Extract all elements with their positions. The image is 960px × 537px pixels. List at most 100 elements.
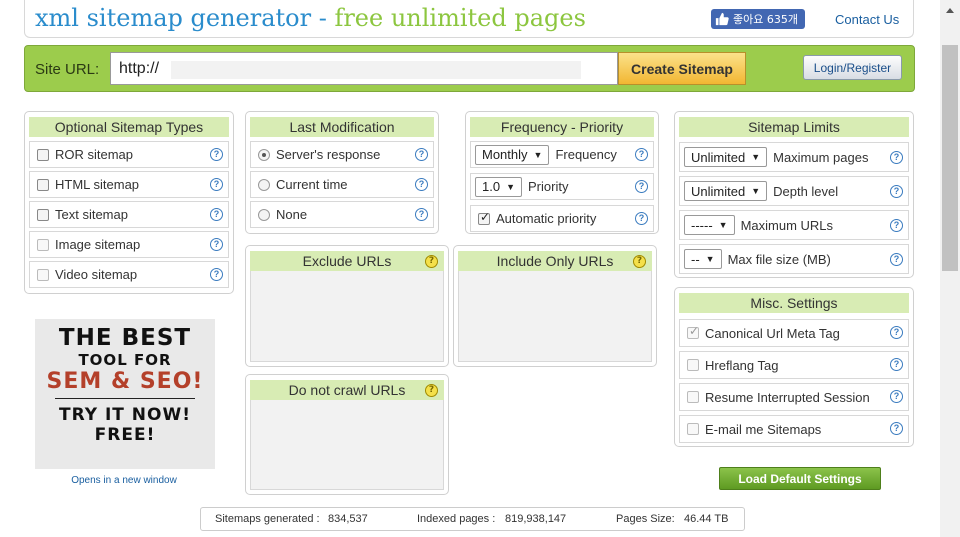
page: xml sitemap generator - free unlimited p…: [0, 0, 960, 537]
thumbs-up-icon: [715, 12, 729, 26]
ad-line4: TRY IT NOW!: [58, 405, 191, 425]
option-label: None: [276, 207, 308, 222]
priority-row: 1.0 ▼ Priority ?: [470, 173, 654, 200]
option-label: Text sitemap: [55, 207, 128, 222]
text-sitemap-checkbox[interactable]: [37, 208, 49, 221]
hreflang-checkbox[interactable]: [687, 359, 699, 371]
contact-us-link[interactable]: Contact Us: [835, 12, 899, 27]
automatic-priority-checkbox[interactable]: [478, 210, 490, 225]
email-sitemaps-checkbox[interactable]: [687, 423, 699, 435]
frequency-priority-panel: Frequency - Priority Monthly ▼ Frequency …: [465, 111, 659, 234]
max-urls-value: -----: [691, 217, 713, 233]
priority-select[interactable]: 1.0 ▼: [475, 176, 522, 197]
frequency-select[interactable]: Monthly ▼: [475, 144, 550, 165]
panel-title: Include Only URLs: [458, 251, 652, 271]
html-sitemap-option[interactable]: HTML sitemap ?: [29, 171, 229, 198]
site-url-value: http://: [119, 60, 160, 77]
help-icon[interactable]: ?: [890, 151, 903, 164]
create-sitemap-button[interactable]: Create Sitemap: [618, 52, 746, 85]
help-icon[interactable]: ?: [210, 238, 223, 251]
misc-settings-panel: Misc. Settings Canonical Url Meta Tag ? …: [674, 287, 914, 447]
resume-session-checkbox[interactable]: [687, 391, 699, 403]
max-pages-value: Unlimited: [691, 149, 746, 165]
help-icon[interactable]: ?: [635, 148, 648, 161]
option-label: Current time: [276, 177, 348, 192]
max-file-size-value: --: [691, 251, 700, 267]
image-sitemap-option[interactable]: Image sitemap ?: [29, 231, 229, 258]
help-icon[interactable]: ?: [415, 148, 428, 161]
help-icon[interactable]: ?: [425, 255, 438, 268]
advertisement-banner[interactable]: THE BEST TOOL FOR SEM & SEO! TRY IT NOW!…: [35, 319, 215, 469]
resume-session-option[interactable]: Resume Interrupted Session ?: [679, 383, 909, 411]
html-sitemap-checkbox[interactable]: [37, 178, 49, 191]
help-icon[interactable]: ?: [890, 390, 903, 403]
indexed-pages-value: 819,938,147: [505, 513, 567, 525]
automatic-priority-option[interactable]: Automatic priority ?: [470, 205, 654, 232]
panel-title: Frequency - Priority: [470, 117, 654, 137]
none-option[interactable]: None ?: [250, 201, 434, 228]
site-url-input[interactable]: http://: [110, 52, 618, 85]
help-icon[interactable]: ?: [890, 422, 903, 435]
chevron-down-icon: ▼: [506, 181, 515, 192]
ad-line3: SEM & SEO!: [46, 369, 204, 394]
email-sitemaps-option[interactable]: E-mail me Sitemaps ?: [679, 415, 909, 443]
ror-sitemap-option[interactable]: ROR sitemap ?: [29, 141, 229, 168]
panel-title: Last Modification: [250, 117, 434, 137]
help-icon[interactable]: ?: [890, 253, 903, 266]
ror-sitemap-checkbox[interactable]: [37, 148, 49, 161]
scrollbar-thumb[interactable]: [942, 45, 958, 271]
help-icon[interactable]: ?: [633, 255, 646, 268]
do-not-crawl-textarea[interactable]: [250, 400, 444, 490]
help-icon[interactable]: ?: [210, 148, 223, 161]
video-sitemap-option[interactable]: Video sitemap ?: [29, 261, 229, 288]
max-pages-select[interactable]: Unlimited ▼: [684, 147, 768, 167]
option-label: Canonical Url Meta Tag: [705, 325, 840, 341]
help-icon[interactable]: ?: [415, 208, 428, 221]
max-file-size-select[interactable]: -- ▼: [684, 249, 722, 269]
site-url-label: Site URL:: [35, 61, 100, 78]
canonical-url-checkbox[interactable]: [687, 324, 699, 339]
url-bar: Site URL: http:// Create Sitemap Login/R…: [24, 45, 915, 92]
frequency-value: Monthly: [482, 147, 528, 162]
help-icon[interactable]: ?: [425, 384, 438, 397]
video-sitemap-checkbox[interactable]: [37, 268, 49, 281]
current-time-option[interactable]: Current time ?: [250, 171, 434, 198]
vertical-scrollbar[interactable]: [940, 0, 960, 537]
chevron-down-icon: ▼: [718, 220, 728, 230]
current-time-radio[interactable]: [258, 178, 270, 191]
none-radio[interactable]: [258, 208, 270, 221]
ad-line2: TOOL FOR: [78, 351, 172, 369]
help-icon[interactable]: ?: [890, 185, 903, 198]
priority-label: Priority: [528, 179, 569, 194]
login-register-button[interactable]: Login/Register: [803, 55, 902, 80]
facebook-like-button[interactable]: 좋아요 635개: [711, 9, 805, 29]
canonical-url-option[interactable]: Canonical Url Meta Tag ?: [679, 319, 909, 347]
depth-level-value: Unlimited: [691, 183, 746, 199]
help-icon[interactable]: ?: [210, 178, 223, 191]
do-not-crawl-panel: Do not crawl URLs ?: [245, 374, 449, 495]
help-icon[interactable]: ?: [890, 219, 903, 232]
help-icon[interactable]: ?: [890, 358, 903, 371]
image-sitemap-checkbox[interactable]: [37, 238, 49, 251]
priority-value: 1.0: [482, 179, 501, 194]
exclude-urls-textarea[interactable]: [250, 271, 444, 362]
panel-title: Sitemap Limits: [679, 117, 909, 137]
max-urls-select[interactable]: ----- ▼: [684, 215, 735, 235]
text-sitemap-option[interactable]: Text sitemap ?: [29, 201, 229, 228]
include-urls-textarea[interactable]: [458, 271, 652, 362]
help-icon[interactable]: ?: [210, 208, 223, 221]
sitemaps-generated-value: 834,537: [328, 513, 368, 525]
servers-response-radio[interactable]: [258, 148, 270, 161]
servers-response-option[interactable]: Server's response ?: [250, 141, 434, 168]
help-icon[interactable]: ?: [415, 178, 428, 191]
help-icon[interactable]: ?: [635, 180, 648, 193]
load-default-settings-button[interactable]: Load Default Settings: [719, 467, 881, 490]
help-icon[interactable]: ?: [210, 268, 223, 281]
help-icon[interactable]: ?: [890, 326, 903, 339]
scroll-up-arrow-icon[interactable]: [946, 8, 954, 13]
depth-level-select[interactable]: Unlimited ▼: [684, 181, 768, 201]
ad-new-window-link[interactable]: Opens in a new window: [35, 475, 213, 486]
site-logo[interactable]: xml sitemap generator - free unlimited p…: [35, 4, 586, 32]
help-icon[interactable]: ?: [635, 212, 648, 225]
hreflang-option[interactable]: Hreflang Tag ?: [679, 351, 909, 379]
